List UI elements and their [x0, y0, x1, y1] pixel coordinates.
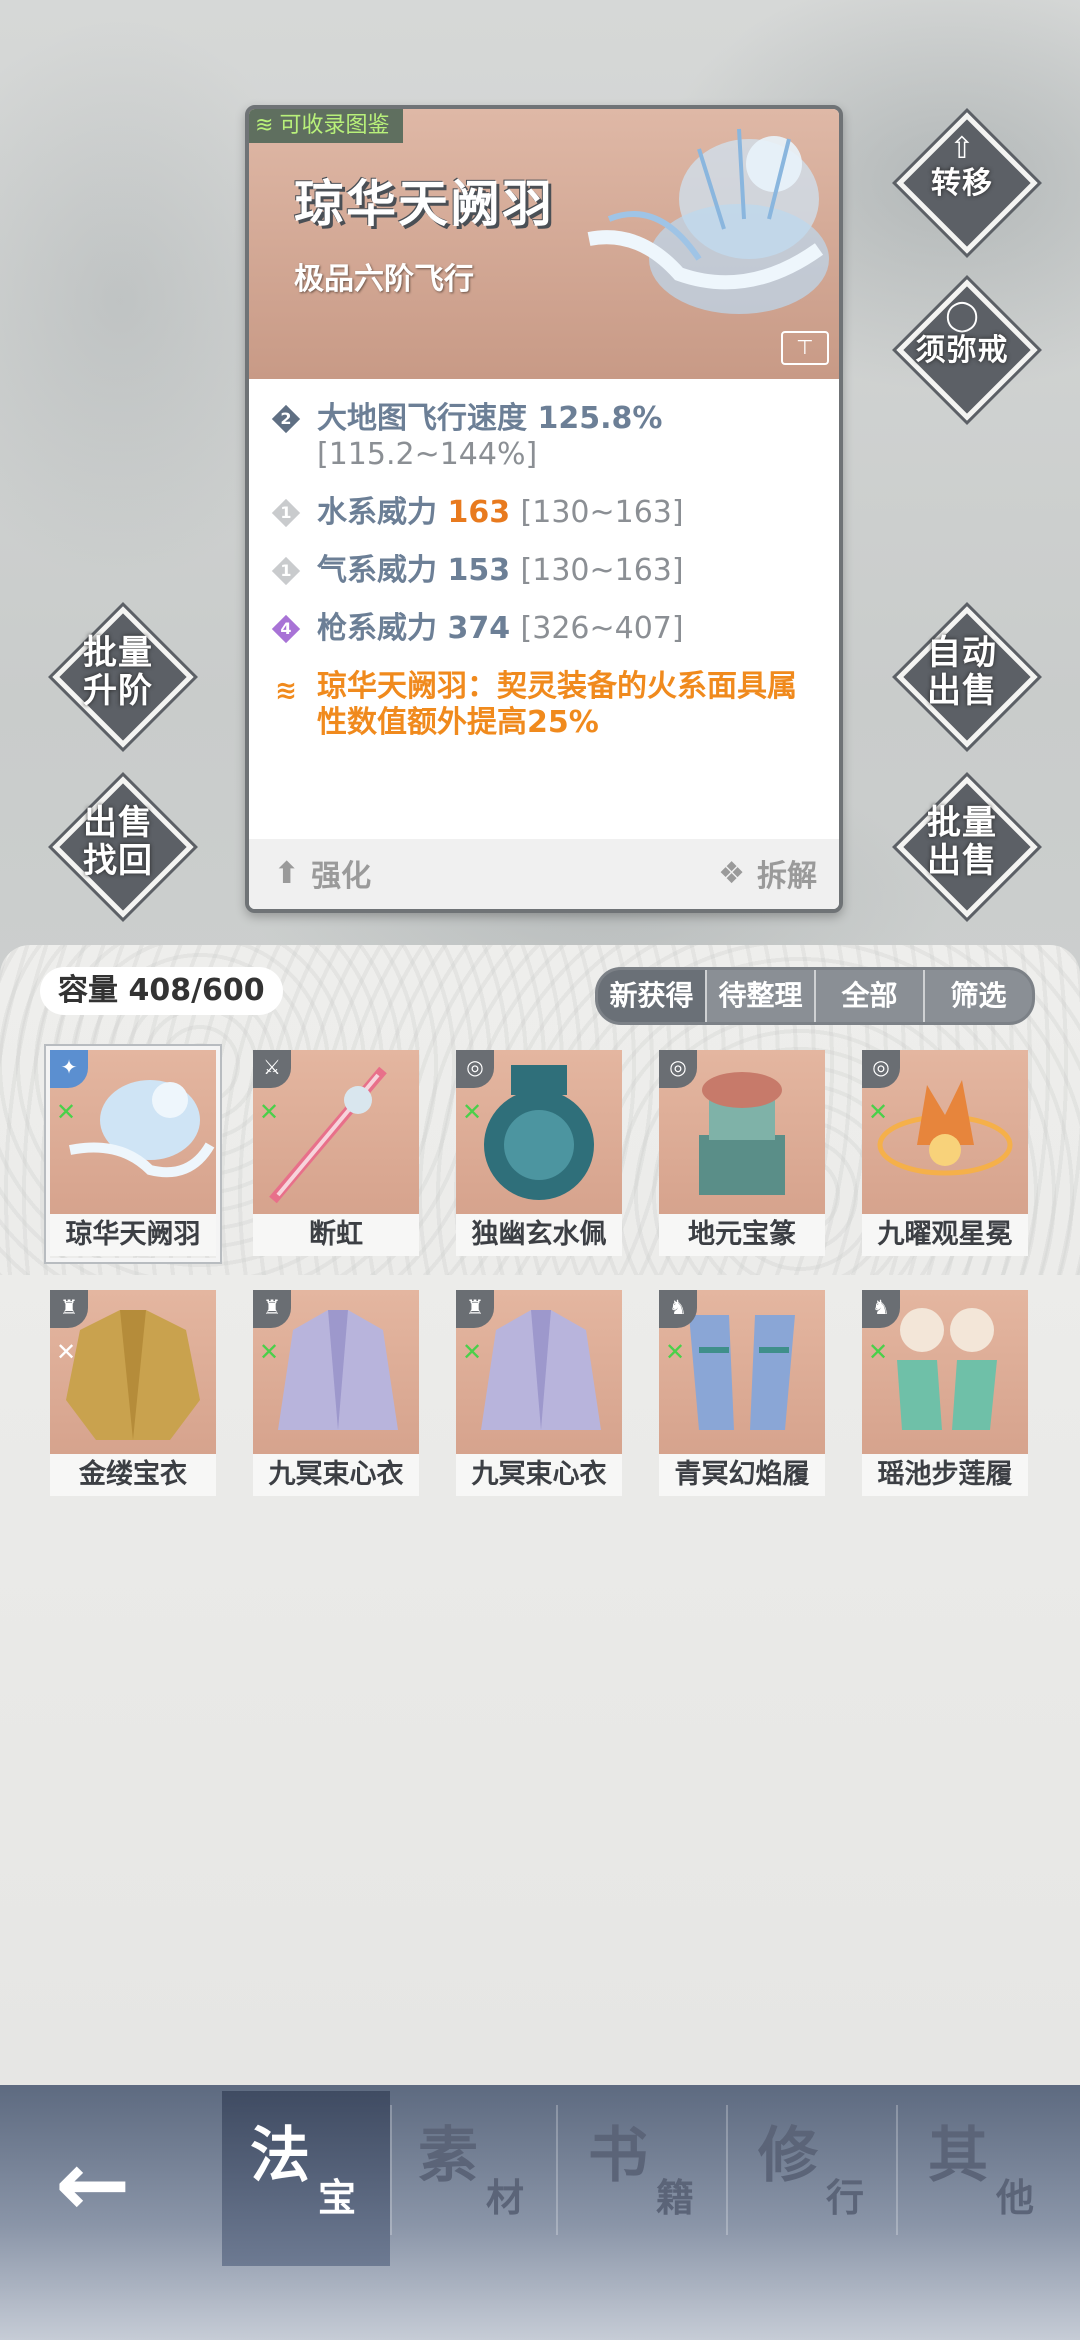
item-grade: 极品六阶飞行 — [294, 262, 474, 297]
item-stats: 2 大地图飞行速度 125.8% [115.2~144%] 1 水系威力 163… — [249, 379, 839, 741]
stat-row: 4 枪系威力 374 [326~407] — [249, 611, 839, 647]
tab-new[interactable]: 新获得 — [598, 970, 707, 1022]
inventory-item[interactable]: ◎ ✕ 独幽玄水佩 — [456, 1050, 622, 1258]
sumeru-ring-button[interactable]: ◯ 须弥戒 — [896, 279, 1038, 421]
auto-sell-button[interactable]: 自动 出售 — [896, 606, 1038, 748]
collectible-mark-icon: ✕ — [868, 1098, 889, 1126]
tab-materials[interactable]: 素 材 — [398, 2107, 548, 2257]
stat-row: 1 气系威力 153 [130~163] — [249, 553, 839, 589]
special-effect-icon: ≋ — [275, 676, 297, 706]
back-arrow-icon[interactable]: ← — [55, 2140, 130, 2230]
inventory-item[interactable]: ♜ ✕ 九冥束心衣 — [253, 1290, 419, 1498]
rank-badge-icon: 1 — [271, 498, 301, 528]
dismantle-button[interactable]: ❖ 拆解 — [718, 851, 817, 895]
lock-icon[interactable]: ⊤ — [781, 331, 829, 365]
collectible-mark-icon: ✕ — [259, 1098, 280, 1126]
item-detail-card: ≋ 可收录图鉴 琼华天阙羽 极品六阶飞行 ⊤ 2 大地图飞行速度 125.8% … — [245, 105, 843, 913]
inventory-item[interactable]: ♜ ✕ 金缕宝衣 — [50, 1290, 216, 1498]
inventory-item[interactable]: ♜ ✕ 九冥束心衣 — [456, 1290, 622, 1498]
rank-badge-icon: 4 — [271, 614, 301, 644]
arrow-up-icon: ⬆ — [274, 855, 300, 891]
inventory-panel: 容量 408/600 新获得 待整理 全部 筛选 ✦ ✕ 琼华天阙羽 ⚔ ✕ 断… — [0, 945, 1080, 2085]
ring-icon: ◯ — [945, 298, 979, 333]
inventory-item[interactable]: ◎ 地元宝篆 — [659, 1050, 825, 1258]
rank-badge-icon: 1 — [271, 556, 301, 586]
shatter-icon: ❖ — [718, 855, 745, 891]
collectible-mark-icon: ✕ — [259, 1338, 280, 1366]
rank-badge-icon: 2 — [271, 404, 301, 434]
inventory-item[interactable]: ✦ ✕ 琼华天阙羽 — [46, 1046, 220, 1262]
strengthen-button[interactable]: ⬆ 强化 — [274, 851, 371, 895]
item-title: 琼华天阙羽 — [294, 175, 554, 233]
phoenix-feather-artwork — [587, 128, 829, 314]
tab-cultivation[interactable]: 修 行 — [738, 2107, 888, 2257]
tab-filter[interactable]: 筛选 — [925, 970, 1032, 1022]
transfer-button[interactable]: ⇧ 转移 — [896, 112, 1038, 254]
collect-icon: ≋ — [255, 113, 274, 138]
collectible-mark-icon: ✕ — [665, 1338, 686, 1366]
batch-upgrade-button[interactable]: 批量 升阶 — [52, 606, 194, 748]
inventory-item[interactable]: ◎ ✕ 九曜观星冕 — [862, 1050, 1028, 1258]
collectible-mark-icon: ✕ — [462, 1098, 483, 1126]
collectible-tag: ≋ 可收录图鉴 — [249, 109, 404, 143]
stat-row: 2 大地图飞行速度 125.8% [115.2~144%] — [249, 401, 839, 473]
collectible-mark-icon: ✕ — [56, 1338, 77, 1366]
special-effect: ≋ 琼华天阙羽：契灵装备的火系面具属性数值额外提高25% — [249, 669, 839, 741]
stat-row: 1 水系威力 163 [130~163] — [249, 495, 839, 531]
capacity-label: 容量 408/600 — [40, 967, 283, 1015]
filter-tabs: 新获得 待整理 全部 筛选 — [595, 967, 1035, 1025]
bottom-nav: ← 法 宝 素 材 书 籍 修 行 其 他 — [0, 2085, 1080, 2340]
tab-pending[interactable]: 待整理 — [707, 970, 816, 1022]
collectible-mark-icon: ✕ — [868, 1338, 889, 1366]
tab-all[interactable]: 全部 — [816, 970, 925, 1022]
tab-books[interactable]: 书 籍 — [568, 2107, 718, 2257]
collectible-mark-icon: ✕ — [462, 1338, 483, 1366]
sell-recover-button[interactable]: 出售 找回 — [52, 776, 194, 918]
inventory-item[interactable]: ♞ ✕ 瑶池步莲履 — [862, 1290, 1028, 1498]
tab-treasure[interactable]: 法 宝 — [230, 2107, 380, 2257]
upload-icon: ⇧ — [949, 131, 975, 166]
collectible-mark-icon: ✕ — [56, 1098, 77, 1126]
inventory-item[interactable]: ♞ ✕ 青冥幻焰履 — [659, 1290, 825, 1498]
item-detail-header: ≋ 可收录图鉴 琼华天阙羽 极品六阶飞行 ⊤ — [249, 109, 839, 379]
inventory-item[interactable]: ⚔ ✕ 断虹 — [253, 1050, 419, 1258]
card-actions: ⬆ 强化 ❖ 拆解 — [249, 839, 839, 909]
tab-other[interactable]: 其 他 — [908, 2107, 1058, 2257]
batch-sell-button[interactable]: 批量 出售 — [896, 776, 1038, 918]
